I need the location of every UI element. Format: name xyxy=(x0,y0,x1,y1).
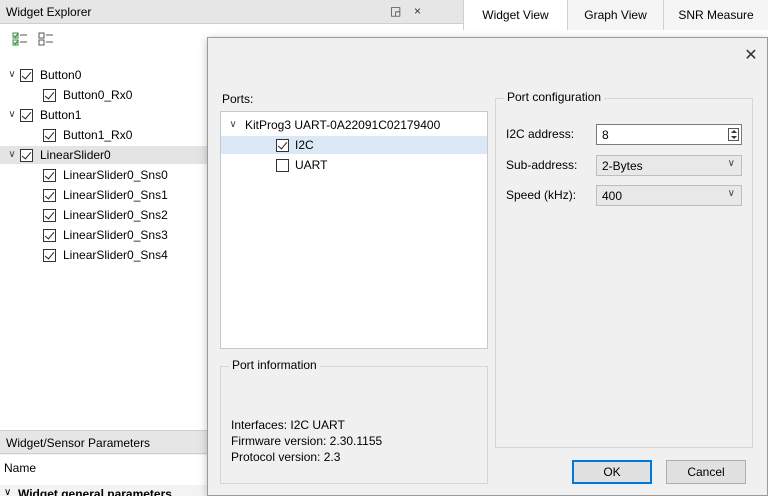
tree-item-label: LinearSlider0_Sns1 xyxy=(63,188,168,202)
tree-item-label: Button0_Rx0 xyxy=(63,88,133,102)
checkbox-sns3[interactable] xyxy=(43,229,56,242)
params-panel-title: Widget/Sensor Parameters xyxy=(6,436,151,450)
ok-button[interactable]: OK xyxy=(572,460,652,484)
checkbox-button1[interactable] xyxy=(20,109,33,122)
speed-label: Speed (kHz): xyxy=(506,188,577,202)
port-configuration-title: Port configuration xyxy=(504,90,605,104)
checkbox-sns0[interactable] xyxy=(43,169,56,182)
tab-widget-view[interactable]: Widget View xyxy=(463,0,567,30)
ports-tree: ∨ KitProg3 UART-0A22091C02179400 I2C UAR… xyxy=(220,111,488,349)
spin-arrows-icon[interactable] xyxy=(728,128,739,141)
checkbox-i2c[interactable] xyxy=(276,139,289,152)
speed-select[interactable]: 400 ∨ xyxy=(596,185,742,206)
checkbox-button0-rx0[interactable] xyxy=(43,89,56,102)
tree-item-label: LinearSlider0_Sns0 xyxy=(63,168,168,182)
float-panel-icon[interactable]: ◲ xyxy=(390,4,401,18)
tree-item-linearslider0[interactable]: ∨ LinearSlider0 xyxy=(0,146,207,164)
tree-item-label: Button0 xyxy=(40,68,82,82)
i2c-address-value: 8 xyxy=(602,128,609,142)
port-item-i2c[interactable]: I2C xyxy=(221,136,487,154)
params-panel-header: Widget/Sensor Parameters xyxy=(0,430,210,454)
tree-item-linearslider0-sns1[interactable]: LinearSlider0_Sns1 xyxy=(0,186,207,204)
tab-snr-measure[interactable]: SNR Measure xyxy=(663,0,768,30)
widget-explorer-header: Widget Explorer ◲ × xyxy=(0,0,463,24)
chevron-down-icon[interactable]: ∨ xyxy=(4,487,11,496)
uncheck-all-icon[interactable] xyxy=(38,31,54,47)
checkbox-button0[interactable] xyxy=(20,69,33,82)
checkbox-button1-rx0[interactable] xyxy=(43,129,56,142)
tree-item-linearslider0-sns0[interactable]: LinearSlider0_Sns0 xyxy=(0,166,207,184)
port-information-group: Port information Interfaces: I2C UART Fi… xyxy=(220,358,488,484)
subaddress-value: 2-Bytes xyxy=(602,159,643,173)
tree-item-button0-rx0[interactable]: Button0_Rx0 xyxy=(0,86,207,104)
tab-graph-view[interactable]: Graph View xyxy=(567,0,663,30)
port-configuration-group: Port configuration I2C address: 8 Sub-ad… xyxy=(495,90,753,448)
port-label: KitProg3 UART-0A22091C02179400 xyxy=(245,118,441,132)
i2c-address-spinbox[interactable]: 8 xyxy=(596,124,742,145)
port-item-kitprog3[interactable]: ∨ KitProg3 UART-0A22091C02179400 xyxy=(221,116,487,134)
port-label: I2C xyxy=(295,138,314,152)
checkbox-sns1[interactable] xyxy=(43,189,56,202)
firmware-version-text: Firmware version: 2.30.1155 xyxy=(231,434,383,448)
chevron-down-icon[interactable]: ∨ xyxy=(6,66,18,84)
chevron-down-icon[interactable]: ∨ xyxy=(6,146,18,164)
tree-item-label: LinearSlider0 xyxy=(40,148,111,162)
checkbox-uart[interactable] xyxy=(276,159,289,172)
chevron-down-icon: ∨ xyxy=(727,188,735,199)
subaddress-select[interactable]: 2-Bytes ∨ xyxy=(596,155,742,176)
tree-item-label: Button1 xyxy=(40,108,82,122)
port-selection-dialog: ✕ Ports: ∨ KitProg3 UART-0A22091C0217940… xyxy=(207,37,768,496)
tree-item-button1-rx0[interactable]: Button1_Rx0 xyxy=(0,126,207,144)
panel-title: Widget Explorer xyxy=(6,5,92,19)
tree-item-label: LinearSlider0_Sns2 xyxy=(63,208,168,222)
ports-label: Ports: xyxy=(222,92,254,106)
checkbox-linearslider0[interactable] xyxy=(20,149,33,162)
view-tabs: Widget View Graph View SNR Measure xyxy=(463,0,768,30)
i2c-address-label: I2C address: xyxy=(506,127,575,141)
chevron-down-icon: ∨ xyxy=(727,158,735,169)
name-column-header: Name xyxy=(4,461,37,475)
subaddress-label: Sub-address: xyxy=(506,158,578,172)
check-all-icon[interactable] xyxy=(12,31,28,47)
chevron-down-icon[interactable]: ∨ xyxy=(227,116,239,134)
port-label: UART xyxy=(295,158,328,172)
protocol-version-text: Protocol version: 2.3 xyxy=(231,450,341,464)
tree-item-label: Button1_Rx0 xyxy=(63,128,133,142)
tree-item-button0[interactable]: ∨ Button0 xyxy=(0,66,207,84)
general-parameters-label: Widget general parameters xyxy=(18,487,172,496)
tree-item-label: LinearSlider0_Sns3 xyxy=(63,228,168,242)
port-item-uart[interactable]: UART xyxy=(221,156,487,174)
tree-item-linearslider0-sns4[interactable]: LinearSlider0_Sns4 xyxy=(0,246,207,264)
checkbox-sns4[interactable] xyxy=(43,249,56,262)
checkbox-sns2[interactable] xyxy=(43,209,56,222)
tree-item-label: LinearSlider0_Sns4 xyxy=(63,248,168,262)
chevron-down-icon[interactable]: ∨ xyxy=(6,106,18,124)
interfaces-text: Interfaces: I2C UART xyxy=(231,418,345,432)
tree-item-linearslider0-sns2[interactable]: LinearSlider0_Sns2 xyxy=(0,206,207,224)
tree-item-linearslider0-sns3[interactable]: LinearSlider0_Sns3 xyxy=(0,226,207,244)
cancel-button[interactable]: Cancel xyxy=(666,460,746,484)
port-information-title: Port information xyxy=(229,358,320,372)
close-icon[interactable]: ✕ xyxy=(743,48,759,64)
general-parameters-row[interactable]: ∨ Widget general parameters xyxy=(0,485,210,496)
tree-item-button1[interactable]: ∨ Button1 xyxy=(0,106,207,124)
speed-value: 400 xyxy=(602,189,623,203)
close-panel-icon[interactable]: × xyxy=(414,4,421,18)
params-panel: Name ∨ Widget general parameters xyxy=(0,455,210,496)
